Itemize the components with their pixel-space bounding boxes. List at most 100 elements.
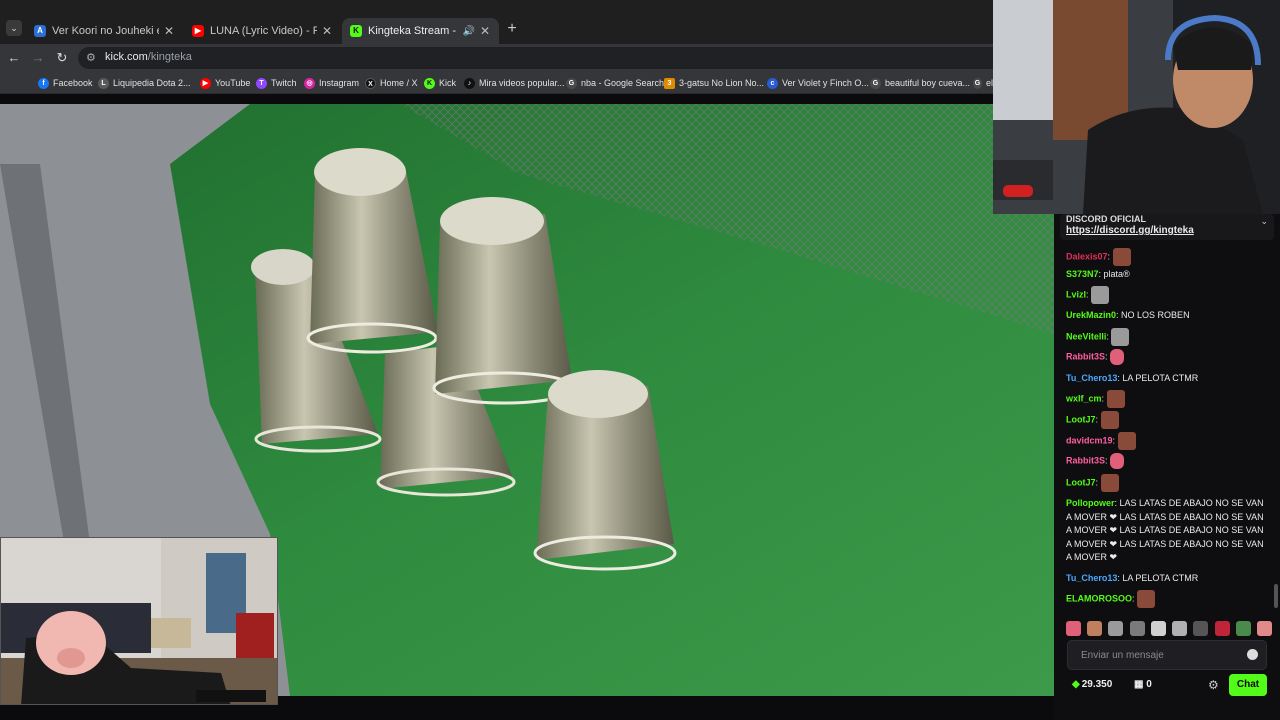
- emote-icon[interactable]: [1235, 620, 1251, 636]
- gear-icon[interactable]: ⚙: [1208, 678, 1219, 692]
- bookmark-nba[interactable]: Gnba - Google Search: [566, 75, 664, 91]
- cat-emote-icon: [1091, 286, 1110, 304]
- close-icon[interactable]: ✕: [479, 24, 491, 38]
- chat-message: UrekMazin0: NO LOS ROBEN: [1066, 310, 1190, 320]
- channel-points[interactable]: ◆ 29.350: [1072, 679, 1112, 690]
- tab-kingteka[interactable]: K Kingteka Stream - Watch Live 🔊 ✕: [342, 18, 499, 44]
- chat-username[interactable]: Pollopower: [1066, 498, 1115, 508]
- streamer-webcam: [993, 0, 1280, 214]
- gift-counter[interactable]: ▦ 0: [1134, 679, 1152, 690]
- chat-username[interactable]: Rabbit3S: [1066, 455, 1105, 465]
- chat-message: NeeVitelli:: [1066, 328, 1266, 346]
- webcam-image: [993, 0, 1280, 214]
- emote-icon: [1100, 474, 1119, 492]
- discord-link[interactable]: https://discord.gg/kingteka: [1066, 225, 1194, 236]
- reload-icon[interactable]: ↻: [54, 50, 70, 66]
- emote-icon[interactable]: [1150, 620, 1166, 636]
- emote-icon[interactable]: [1108, 620, 1124, 636]
- bookmark-label: Liquipedia Dota 2...: [113, 78, 191, 88]
- chat-username[interactable]: Dalexis07: [1066, 251, 1108, 261]
- bookmark-beautiful-boy[interactable]: Gbeautiful boy cueva...: [870, 75, 970, 91]
- bookmark-kick[interactable]: K Kick: [424, 75, 456, 91]
- bookmark-el[interactable]: Gel: [973, 75, 993, 91]
- chat-scrollbar[interactable]: [1274, 584, 1278, 608]
- chat-panel: DISCORD OFICIAL https://discord.gg/kingt…: [1054, 214, 1280, 720]
- tab-luna[interactable]: ▶ LUNA (Lyric Video) - Peso Pluma ✕: [184, 18, 341, 44]
- crunchyroll-icon: 3: [664, 77, 675, 89]
- speaker-icon[interactable]: 🔊: [463, 26, 475, 37]
- emote-icon: [1137, 590, 1156, 608]
- new-tab-button[interactable]: +: [504, 21, 520, 37]
- chat-username[interactable]: S373N7: [1066, 269, 1099, 279]
- chat-username[interactable]: UrekMazin0: [1066, 310, 1116, 320]
- forward-icon[interactable]: →: [30, 50, 46, 66]
- emote-icon[interactable]: [1256, 620, 1272, 636]
- chevron-down-icon[interactable]: ⌄: [1260, 216, 1268, 227]
- chat-username[interactable]: ELAMOROSOO: [1066, 593, 1132, 603]
- tab-koori[interactable]: A Ver Koori no Jouheki episodio 1 ✕: [26, 18, 183, 44]
- chat-username[interactable]: LootJ7: [1066, 414, 1096, 424]
- bookmark-instagram[interactable]: ◎ Instagram: [304, 75, 359, 91]
- emote-icon: [1117, 432, 1136, 450]
- bookmark-3gatsu[interactable]: 3 3-gatsu No Lion No...: [664, 75, 764, 91]
- emoji-picker-icon[interactable]: [1247, 649, 1258, 660]
- bookmark-violet[interactable]: c Ver Violet y Finch O...: [767, 75, 869, 91]
- bookmark-twitch[interactable]: T Twitch: [256, 75, 297, 91]
- secondary-webcam: [0, 537, 278, 705]
- chat-username[interactable]: LootJ7: [1066, 477, 1096, 487]
- bookmark-facebook[interactable]: f Facebook: [38, 75, 93, 91]
- bookmark-label: Kick: [439, 78, 457, 88]
- bookmark-tiktok[interactable]: ♪ Mira videos popular...: [464, 75, 565, 91]
- send-chat-button[interactable]: Chat: [1229, 674, 1267, 696]
- emote-icon[interactable]: [1087, 620, 1103, 636]
- back-icon[interactable]: ←: [6, 50, 22, 66]
- emote-icon: [1106, 390, 1125, 408]
- url-text: kick.com/kingteka: [105, 51, 192, 63]
- chat-text: LA PELOTA CTMR: [1122, 573, 1199, 583]
- chat-username[interactable]: Tu_Chero13: [1066, 573, 1117, 583]
- chat-message-input[interactable]: [1068, 641, 1246, 669]
- gift-value: 0: [1146, 679, 1152, 690]
- bookmark-label: 3-gatsu No Lion No...: [679, 78, 765, 88]
- site-info-icon[interactable]: ⚙: [86, 51, 96, 64]
- bookmark-label: nba - Google Search: [581, 78, 665, 88]
- emote-icon[interactable]: [1193, 620, 1209, 636]
- chat-footer: ◆ 29.350 ▦ 0 ⚙ Chat: [1054, 674, 1280, 698]
- emote-icon[interactable]: [1172, 620, 1188, 636]
- points-icon: ◆: [1072, 679, 1080, 690]
- cat-emote-icon: [1111, 328, 1130, 346]
- emote-icon[interactable]: [1214, 620, 1230, 636]
- pinned-message[interactable]: DISCORD OFICIAL https://discord.gg/kingt…: [1060, 214, 1274, 240]
- chat-username[interactable]: NeeVitelli: [1066, 331, 1106, 341]
- bookmark-label: Home / X: [380, 78, 418, 88]
- address-bar[interactable]: ⚙ kick.com/kingteka: [78, 47, 1078, 69]
- bookmark-x[interactable]: X Home / X: [365, 75, 418, 91]
- bookmark-label: beautiful boy cueva...: [885, 78, 971, 88]
- tab-search-icon[interactable]: ⌄: [6, 20, 22, 36]
- close-icon[interactable]: ✕: [163, 24, 175, 38]
- chat-username[interactable]: davidcm19: [1066, 435, 1113, 445]
- google-icon: G: [566, 77, 577, 89]
- bookmark-label: Mira videos popular...: [479, 78, 565, 88]
- bookmark-youtube[interactable]: ▶ YouTube: [200, 75, 250, 91]
- pink-emote-icon: [1110, 349, 1125, 365]
- youtube-icon: ▶: [200, 77, 211, 89]
- tab-title: Kingteka Stream - Watch Live: [368, 25, 459, 37]
- google-icon: G: [870, 77, 881, 89]
- pig-mask-cam-image: [1, 538, 277, 704]
- emote-icon[interactable]: [1066, 620, 1081, 636]
- chat-username[interactable]: Tu_Chero13: [1066, 373, 1117, 383]
- chat-text: plata®: [1103, 269, 1130, 279]
- chat-username[interactable]: wxlf_cm: [1066, 393, 1102, 403]
- quick-emote-bar: [1066, 618, 1272, 638]
- bookmark-liquipedia[interactable]: L Liquipedia Dota 2...: [98, 75, 191, 91]
- twitch-icon: T: [256, 77, 267, 89]
- close-icon[interactable]: ✕: [321, 24, 333, 38]
- chat-username[interactable]: Rabbit3S: [1066, 351, 1105, 361]
- bookmark-label: el: [985, 78, 993, 88]
- chat-username[interactable]: Lvizl: [1066, 289, 1086, 299]
- pink-emote-icon: [1110, 453, 1125, 469]
- emote-icon[interactable]: [1129, 620, 1145, 636]
- bookmark-label: Facebook: [53, 78, 93, 88]
- chat-message: LootJ7:: [1066, 474, 1266, 492]
